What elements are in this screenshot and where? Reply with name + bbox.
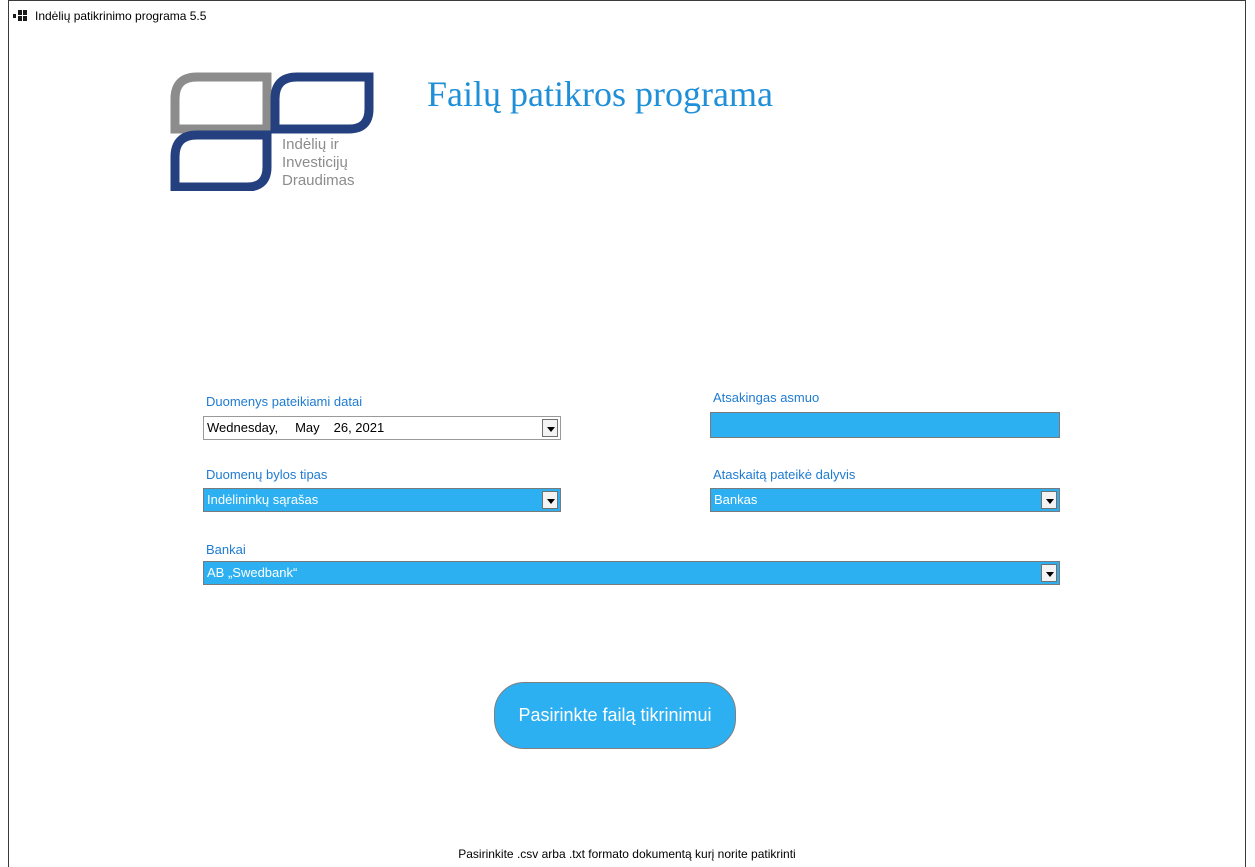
responsible-input[interactable] xyxy=(710,412,1060,438)
app-icon xyxy=(13,10,27,21)
title-bar: Indėlių patikrinimo programa 5.5 xyxy=(9,1,1245,31)
banks-select[interactable]: AB „Swedbank“ xyxy=(203,561,1060,585)
participant-label: Ataskaitą pateikė dalyvis xyxy=(713,467,856,482)
file-type-label: Duomenų bylos tipas xyxy=(206,467,328,482)
file-type-select[interactable]: Indėlininkų sąrašas xyxy=(203,488,561,512)
company-logo: Indėlių ir Investicijų Draudimas xyxy=(170,72,374,191)
chevron-down-icon[interactable] xyxy=(1041,564,1057,582)
date-picker[interactable]: Wednesday, May 26, 2021 xyxy=(203,416,561,440)
date-label: Duomenys pateikiami datai xyxy=(206,394,363,409)
chevron-down-icon[interactable] xyxy=(1041,491,1057,509)
chevron-down-icon[interactable] xyxy=(542,491,558,509)
chevron-down-icon[interactable] xyxy=(542,419,558,437)
logo-line-1: Indėlių ir xyxy=(282,136,339,153)
logo-line-3: Draudimas xyxy=(282,172,355,189)
page-title: Failų patikros programa xyxy=(427,74,773,114)
choose-file-button[interactable]: Pasirinkte failą tikrinimui xyxy=(494,682,736,749)
footer-hint: Pasirinkite .csv arba .txt formato dokum… xyxy=(458,847,796,861)
participant-select[interactable]: Bankas xyxy=(710,488,1060,512)
banks-value: AB „Swedbank“ xyxy=(207,565,298,580)
participant-value: Bankas xyxy=(714,492,758,507)
banks-label: Bankai xyxy=(206,542,246,557)
date-value: Wednesday, May 26, 2021 xyxy=(207,420,385,435)
responsible-label: Atsakingas asmuo xyxy=(713,390,820,405)
logo-line-2: Investicijų xyxy=(282,154,348,171)
app-window: Indėlių patikrinimo programa 5.5 Indėlių… xyxy=(8,0,1246,867)
file-type-value: Indėlininkų sąrašas xyxy=(207,492,319,507)
window-title: Indėlių patikrinimo programa 5.5 xyxy=(35,9,207,23)
